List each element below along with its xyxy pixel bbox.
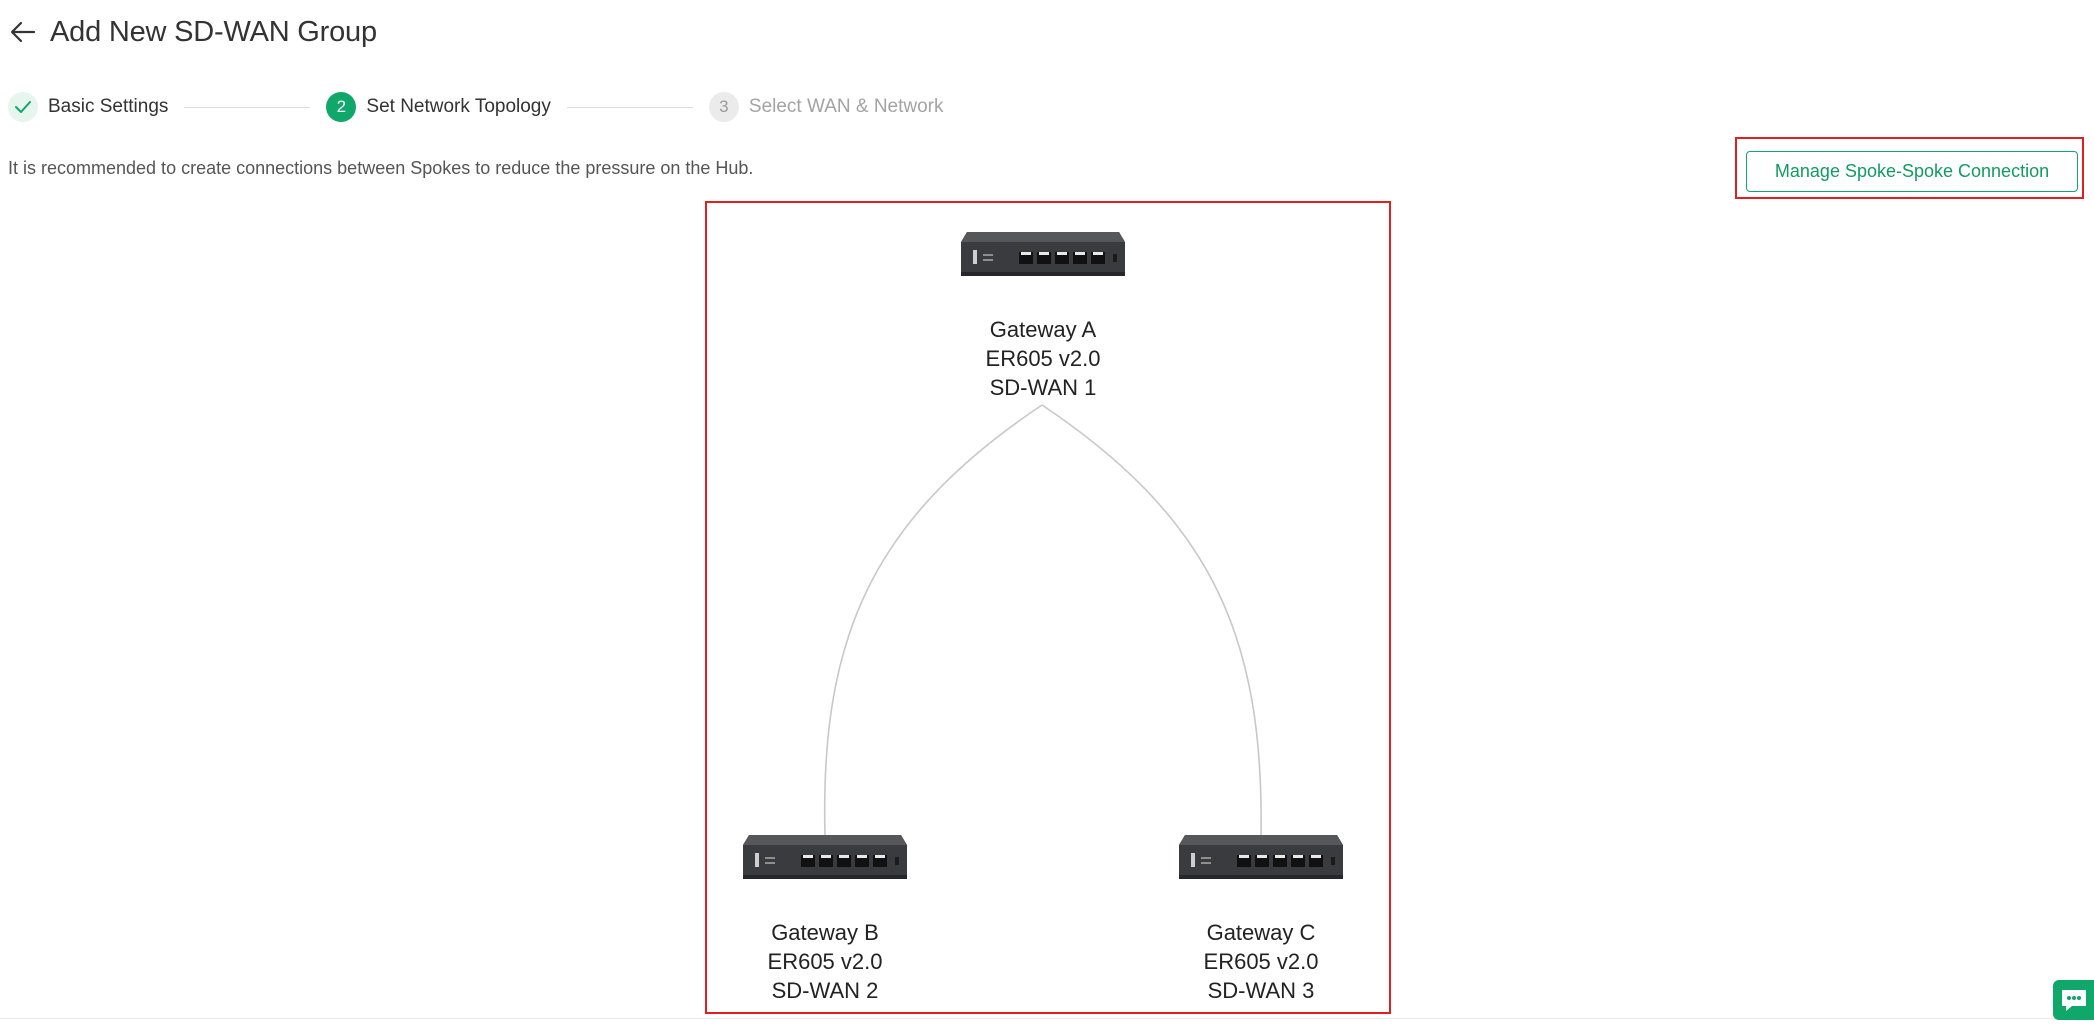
step-number: 3: [708, 92, 739, 122]
step-label: Basic Settings: [48, 96, 169, 117]
gateway-node-b[interactable]: Gateway B ER605 v2.0 SD-WAN 2: [725, 831, 925, 1005]
step-label: Set Network Topology: [366, 96, 551, 117]
chat-bubble-icon: [2061, 990, 2086, 1011]
router-icon: [1179, 835, 1343, 879]
step-set-network-topology[interactable]: 2 Set Network Topology: [326, 88, 551, 126]
router-icon: [961, 232, 1125, 276]
gateway-group: SD-WAN 2: [771, 978, 879, 1003]
gateway-node-a[interactable]: Gateway A ER605 v2.0 SD-WAN 1: [943, 228, 1143, 402]
gateway-model: ER605 v2.0: [767, 949, 883, 974]
stepper: Basic Settings 2 Set Network Topology 3 …: [8, 88, 944, 126]
gateway-model: ER605 v2.0: [985, 346, 1101, 371]
gateway-model: ER605 v2.0: [1203, 949, 1319, 974]
step-select-wan-network[interactable]: 3 Select WAN & Network: [708, 88, 944, 126]
step-basic-settings[interactable]: Basic Settings: [8, 88, 168, 126]
bottom-divider: [0, 1018, 2094, 1019]
chat-widget-button[interactable]: [2053, 980, 2094, 1020]
page: Add New SD-WAN Group Basic Settings 2 Se…: [0, 0, 2094, 1026]
gateway-node-c[interactable]: Gateway C ER605 v2.0 SD-WAN 3: [1161, 831, 1361, 1005]
step-label: Select WAN & Network: [748, 96, 944, 117]
router-icon: [743, 835, 907, 879]
step-done-indicator: [8, 92, 38, 122]
checkmark-icon: [15, 101, 31, 113]
gateway-name: Gateway B: [771, 920, 879, 945]
arrow-left-icon[interactable]: [10, 21, 36, 43]
gateway-group: SD-WAN 3: [1207, 978, 1315, 1003]
gateway-name: Gateway A: [989, 317, 1097, 342]
gateway-group: SD-WAN 1: [989, 375, 1097, 400]
step-number: 2: [326, 92, 357, 122]
recommendation-text: It is recommended to create connections …: [8, 158, 754, 178]
step-connector: [184, 106, 311, 108]
page-header: Add New SD-WAN Group: [10, 10, 377, 54]
step-connector: [566, 106, 693, 108]
page-title: Add New SD-WAN Group: [50, 15, 377, 48]
back-button[interactable]: [10, 10, 42, 54]
manage-spoke-spoke-connection-button[interactable]: Manage Spoke-Spoke Connection: [1746, 151, 2078, 192]
gateway-name: Gateway C: [1206, 920, 1316, 945]
